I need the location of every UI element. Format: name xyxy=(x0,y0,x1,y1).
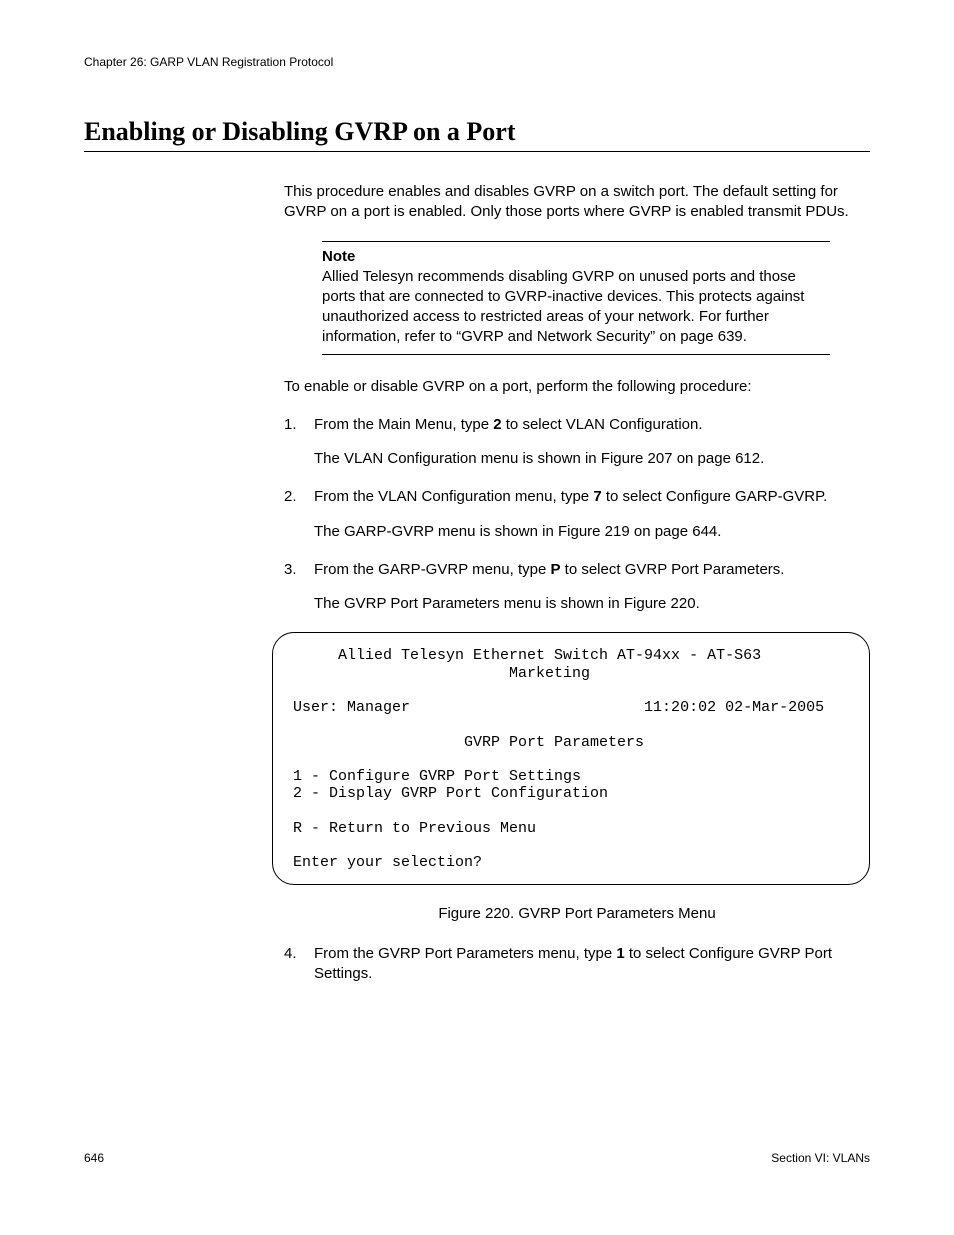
step-number: 4. xyxy=(284,944,314,985)
step-number: 1. xyxy=(284,415,314,435)
title-rule xyxy=(84,151,870,152)
intro-paragraph: This procedure enables and disables GVRP… xyxy=(284,182,870,223)
step-text-bold: 1 xyxy=(616,945,624,962)
step-3-sub: The GVRP Port Parameters menu is shown i… xyxy=(314,594,870,614)
running-header: Chapter 26: GARP VLAN Registration Proto… xyxy=(84,55,870,69)
note-label: Note xyxy=(322,248,830,265)
step-text-c: to select Configure GARP-GVRP. xyxy=(602,488,828,505)
page-footer: 646 Section VI: VLANs xyxy=(84,1151,870,1165)
page-number: 646 xyxy=(84,1151,104,1165)
page: Chapter 26: GARP VLAN Registration Proto… xyxy=(0,0,954,1235)
step-number: 3. xyxy=(284,560,314,580)
step-text-a: From the GARP-GVRP menu, type xyxy=(314,561,550,578)
step-text-bold: 7 xyxy=(593,488,601,505)
step-text-bold: P xyxy=(550,561,560,578)
step-text: From the GARP-GVRP menu, type P to selec… xyxy=(314,560,784,580)
step-text-a: From the Main Menu, type xyxy=(314,416,493,433)
step-text: From the Main Menu, type 2 to select VLA… xyxy=(314,415,703,435)
terminal-screenshot: Allied Telesyn Ethernet Switch AT-94xx -… xyxy=(272,632,870,884)
section-label: Section VI: VLANs xyxy=(771,1151,870,1165)
step-1: 1. From the Main Menu, type 2 to select … xyxy=(284,415,870,435)
step-text-a: From the VLAN Configuration menu, type xyxy=(314,488,593,505)
step-text-c: to select GVRP Port Parameters. xyxy=(561,561,785,578)
step-2: 2. From the VLAN Configuration menu, typ… xyxy=(284,487,870,507)
figure-caption: Figure 220. GVRP Port Parameters Menu xyxy=(284,905,870,922)
note-text: Allied Telesyn recommends disabling GVRP… xyxy=(322,267,830,348)
step-3: 3. From the GARP-GVRP menu, type P to se… xyxy=(284,560,870,580)
step-4: 4. From the GVRP Port Parameters menu, t… xyxy=(284,944,870,985)
step-text: From the GVRP Port Parameters menu, type… xyxy=(314,944,870,985)
note-box: Note Allied Telesyn recommends disabling… xyxy=(322,241,830,355)
step-text-bold: 2 xyxy=(493,416,501,433)
step-text: From the VLAN Configuration menu, type 7… xyxy=(314,487,827,507)
body-column: This procedure enables and disables GVRP… xyxy=(284,182,870,984)
step-2-sub: The GARP-GVRP menu is shown in Figure 21… xyxy=(314,522,870,542)
step-text-a: From the GVRP Port Parameters menu, type xyxy=(314,945,616,962)
lead-paragraph: To enable or disable GVRP on a port, per… xyxy=(284,377,870,397)
step-number: 2. xyxy=(284,487,314,507)
section-title: Enabling or Disabling GVRP on a Port xyxy=(84,117,870,147)
step-text-c: to select VLAN Configuration. xyxy=(502,416,703,433)
step-1-sub: The VLAN Configuration menu is shown in … xyxy=(314,449,870,469)
